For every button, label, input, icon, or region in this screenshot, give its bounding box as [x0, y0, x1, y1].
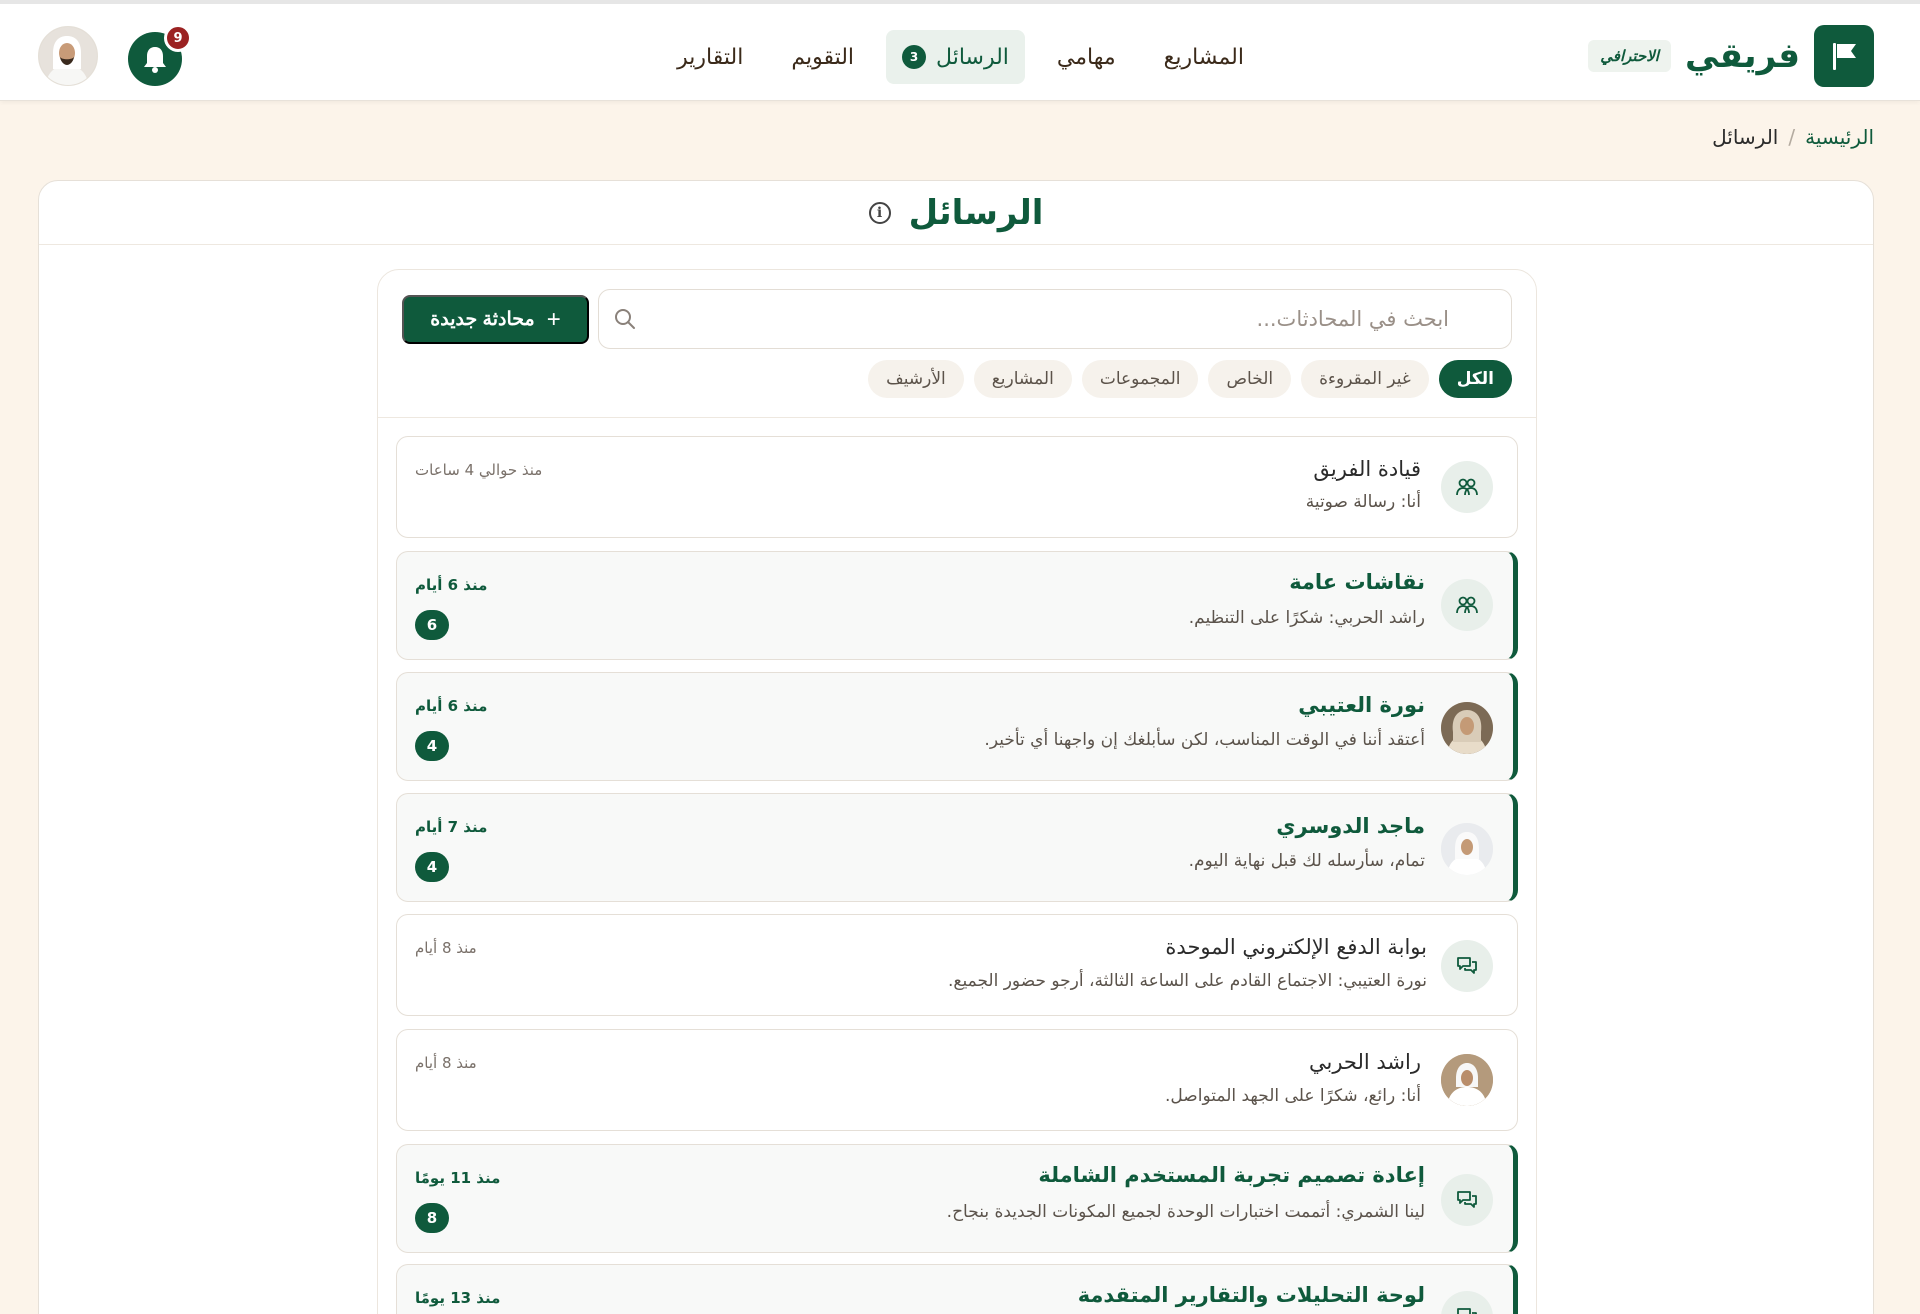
messages-unread-badge: 3 — [902, 45, 927, 69]
conversation-item[interactable]: نورة العتيبي أعتقد أننا في الوقت المناسب… — [396, 672, 1518, 781]
notifications-button[interactable]: 9 — [128, 24, 192, 86]
conversation-preview: أعتقد أننا في الوقت المناسب، لكن سأبلغك … — [984, 730, 1425, 750]
user-photo — [1441, 1054, 1493, 1106]
new-chat-button[interactable]: + محادثة جديدة — [402, 295, 589, 344]
breadcrumb-home[interactable]: الرئيسية — [1805, 125, 1874, 149]
nav-messages-label: الرسائل — [936, 44, 1009, 70]
conversation-preview: لينا الشمري: أتممت اختبارات الوحدة لجميع… — [946, 1202, 1425, 1222]
filter-projects[interactable]: المشاريع — [973, 360, 1072, 398]
search-icon[interactable] — [613, 307, 637, 335]
conversation-item[interactable]: بوابة الدفع الإلكتروني الموحدة نورة العت… — [396, 914, 1518, 1016]
search-input[interactable] — [599, 290, 1511, 348]
conversation-name: لوحة التحليلات والتقارير المتقدمة — [1077, 1283, 1425, 1307]
nav-calendar[interactable]: التقويم — [775, 30, 870, 84]
user-avatar[interactable] — [38, 26, 98, 86]
unread-count-badge: 8 — [415, 1203, 449, 1233]
conversation-item[interactable]: لوحة التحليلات والتقارير المتقدمة منذ 13… — [396, 1264, 1518, 1314]
conversation-item[interactable]: قيادة الفريق أنا: رسالة صوتية منذ حوالي … — [396, 436, 1518, 538]
conversations-panel: + محادثة جديدة الكل غير المقروءة الخاص ا… — [377, 269, 1537, 1314]
plus-icon: + — [546, 305, 561, 333]
chat-icon — [1441, 940, 1493, 992]
conversation-item[interactable]: نقاشات عامة راشد الحربي: شكرًا على التنظ… — [396, 551, 1518, 660]
conversation-time: منذ 13 يومًا — [415, 1289, 501, 1307]
conversation-preview: أنا: رائع، شكرًا على الجهد المتواصل. — [1165, 1086, 1421, 1106]
chat-icon — [1441, 1174, 1493, 1226]
nav-projects[interactable]: المشاريع — [1148, 30, 1260, 84]
top-navbar: فريقي الاحترافي المشاريع مهامي الرسائل 3… — [0, 0, 1920, 101]
unread-count-badge: 6 — [415, 610, 449, 640]
brand[interactable]: فريقي الاحترافي — [1588, 25, 1874, 87]
new-chat-label: محادثة جديدة — [430, 309, 535, 330]
messages-card: الرسائل i + محادثة جديدة الكل غير المقرو… — [38, 180, 1874, 1314]
conversation-time: منذ حوالي 4 ساعات — [415, 461, 543, 479]
conversation-time: منذ 8 أيام — [415, 1054, 477, 1072]
filter-archive[interactable]: الأرشيف — [868, 360, 964, 398]
filter-unread[interactable]: غير المقروءة — [1301, 360, 1429, 398]
group-icon — [1441, 461, 1493, 513]
flag-icon — [1814, 25, 1874, 87]
page-title: الرسائل — [908, 192, 1044, 233]
conversation-name: بوابة الدفع الإلكتروني الموحدة — [1165, 935, 1427, 959]
group-icon — [1441, 579, 1493, 631]
conversation-name: قيادة الفريق — [1313, 457, 1421, 481]
unread-count-badge: 4 — [415, 852, 449, 882]
search-box — [598, 289, 1512, 349]
main-nav: المشاريع مهامي الرسائل 3 التقويم التقاري… — [661, 30, 1260, 84]
conversation-name: ماجد الدوسري — [1276, 814, 1425, 838]
conversation-item[interactable]: ماجد الدوسري تمام، سأرسله لك قبل نهاية ا… — [396, 793, 1518, 902]
unread-count-badge: 4 — [415, 731, 449, 761]
conversation-time: منذ 11 يومًا — [415, 1169, 501, 1187]
nav-tasks[interactable]: مهامي — [1041, 30, 1132, 84]
conversation-item[interactable]: راشد الحربي أنا: رائع، شكرًا على الجهد ا… — [396, 1029, 1518, 1131]
filter-groups[interactable]: المجموعات — [1081, 360, 1199, 398]
brand-name: فريقي — [1684, 36, 1800, 76]
notifications-count-badge: 9 — [164, 24, 192, 52]
breadcrumb-current: الرسائل — [1712, 125, 1779, 149]
divider — [378, 417, 1536, 418]
chat-icon — [1441, 1291, 1493, 1314]
nav-messages[interactable]: الرسائل 3 — [886, 30, 1025, 84]
conversation-preview: نورة العتيبي: الاجتماع القادم على الساعة… — [948, 971, 1427, 991]
filter-private[interactable]: الخاص — [1208, 360, 1292, 398]
conversation-time: منذ 8 أيام — [415, 939, 477, 957]
card-header: الرسائل i — [39, 181, 1873, 245]
conversation-name: نورة العتيبي — [1298, 693, 1425, 717]
brand-tag: الاحترافي — [1588, 40, 1671, 72]
conversation-name: إعادة تصميم تجربة المستخدم الشاملة — [1038, 1163, 1425, 1187]
conversation-time: منذ 6 أيام — [415, 697, 488, 715]
conversation-preview: أنا: رسالة صوتية — [1305, 492, 1421, 512]
conversation-name: نقاشات عامة — [1289, 570, 1425, 594]
breadcrumb: الرئيسية / الرسائل — [1712, 125, 1874, 149]
conversation-time: منذ 7 أيام — [415, 818, 488, 836]
user-photo — [1441, 823, 1493, 875]
conversation-preview: تمام، سأرسله لك قبل نهاية اليوم. — [1188, 851, 1425, 871]
filter-chips: الكل غير المقروءة الخاص المجموعات المشار… — [868, 360, 1512, 398]
info-icon[interactable]: i — [868, 201, 891, 224]
nav-reports[interactable]: التقارير — [661, 30, 759, 84]
user-photo — [1441, 702, 1493, 754]
breadcrumb-separator: / — [1788, 125, 1796, 149]
conversation-preview: راشد الحربي: شكرًا على التنظيم. — [1188, 608, 1425, 628]
conversation-item[interactable]: إعادة تصميم تجربة المستخدم الشاملة لينا … — [396, 1144, 1518, 1253]
filter-all[interactable]: الكل — [1438, 360, 1512, 398]
conversation-time: منذ 6 أيام — [415, 576, 488, 594]
conversation-name: راشد الحربي — [1309, 1050, 1421, 1074]
